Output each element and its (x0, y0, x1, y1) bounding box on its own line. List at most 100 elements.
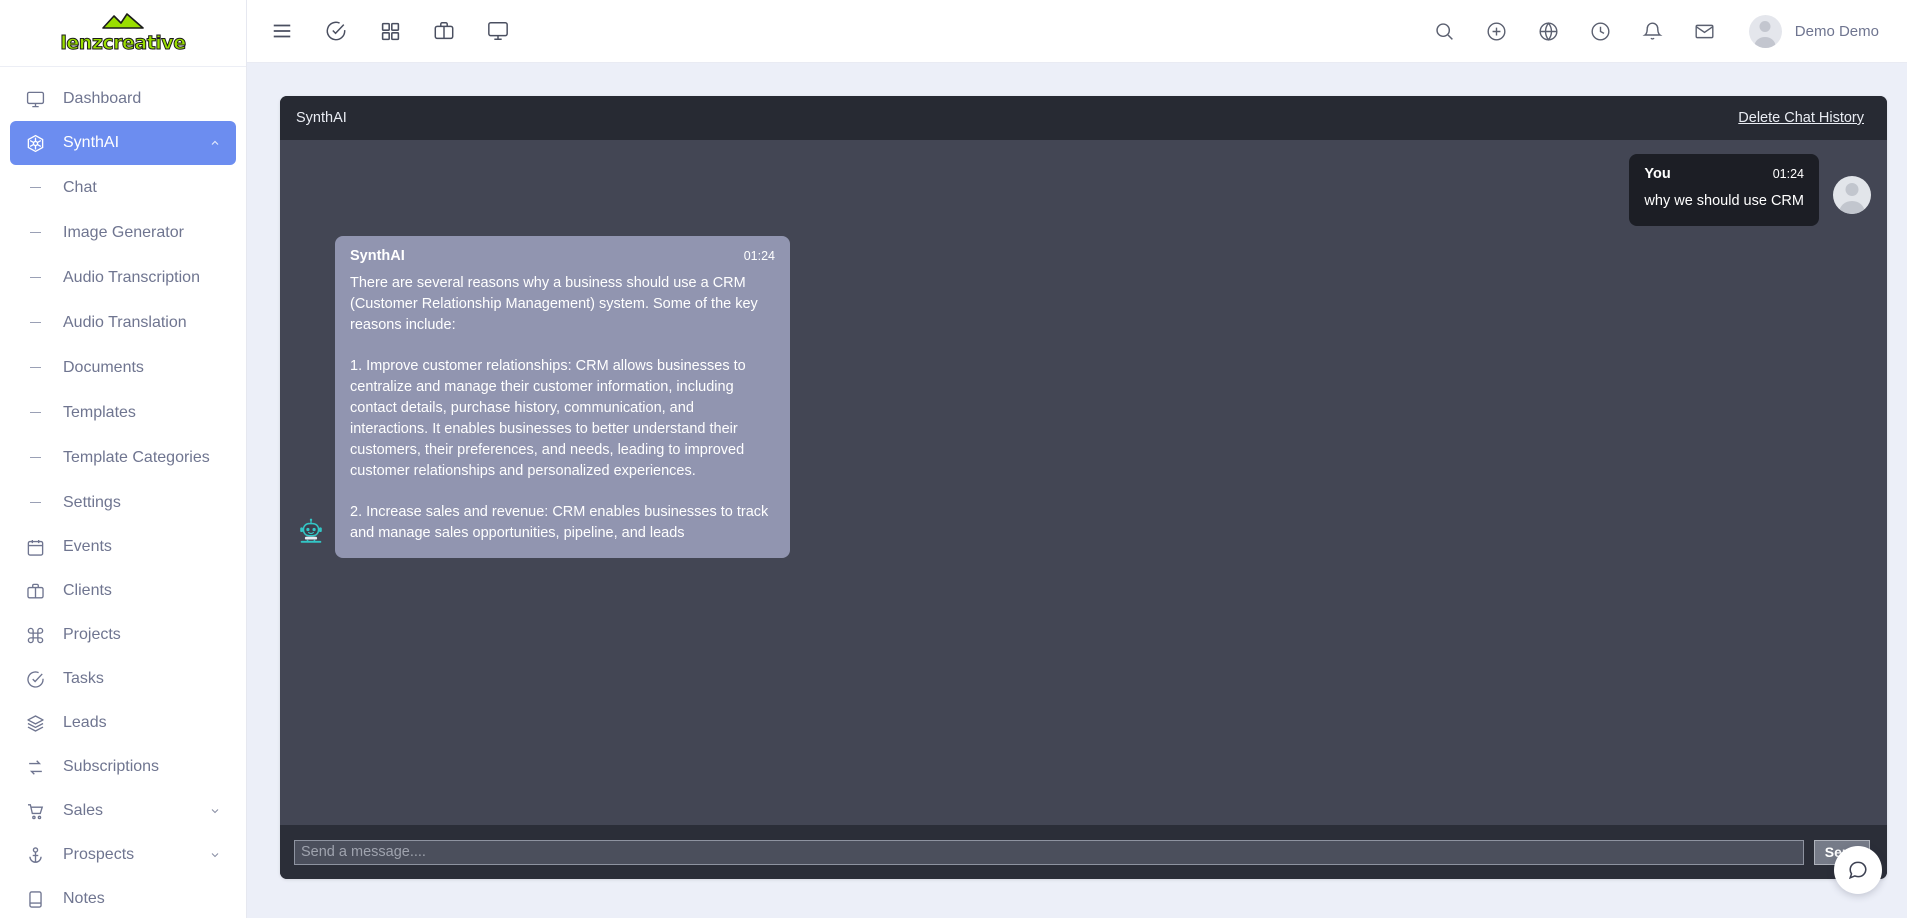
sidebar-item-label: Projects (63, 626, 121, 643)
sidebar-item-subscriptions[interactable]: Subscriptions (10, 745, 236, 789)
sidebar-item-tasks[interactable]: Tasks (10, 657, 236, 701)
sidebar-item-label: Prospects (63, 846, 135, 863)
chat-panel: SynthAI Delete Chat History You 01:24 wh… (280, 96, 1887, 879)
refresh-icon (24, 756, 46, 778)
sidebar-item-events[interactable]: Events (10, 525, 236, 569)
message-text: There are several reasons why a business… (350, 273, 775, 544)
sidebar-item-label: Clients (63, 582, 112, 599)
chat-messages: You 01:24 why we should use CRM SynthAI … (280, 140, 1887, 825)
robot-avatar-icon (296, 517, 326, 552)
sidebar-item-label: Documents (63, 358, 144, 376)
message-meta: You 01:24 (1644, 166, 1804, 182)
sidebar-item-label: Notes (63, 890, 105, 907)
sidebar-item-label: Image Generator (63, 223, 184, 241)
chevron-down-icon[interactable] (208, 805, 222, 817)
clock-icon[interactable] (1589, 19, 1613, 43)
monitor-icon (24, 88, 46, 110)
dash-icon (24, 456, 46, 459)
message-row-user: You 01:24 why we should use CRM (296, 154, 1871, 226)
search-icon[interactable] (1433, 19, 1457, 43)
sidebar-item-label: Audio Transcription (63, 268, 200, 286)
sidebar-item-audio-translation[interactable]: Audio Translation (10, 300, 236, 345)
brand-logo[interactable]: lenzcreative (0, 0, 246, 67)
sidebar-item-projects[interactable]: Projects (10, 613, 236, 657)
chat-composer: Send (280, 825, 1887, 879)
command-icon (24, 624, 46, 646)
message-input[interactable] (294, 839, 1804, 865)
dash-icon (24, 321, 46, 324)
sidebar-item-label: Events (63, 538, 112, 555)
dash-icon (24, 276, 46, 279)
hamburger-menu-icon[interactable] (269, 18, 295, 44)
grid-icon[interactable] (377, 18, 403, 44)
message-meta: SynthAI 01:24 (350, 248, 775, 264)
sidebar-item-label: Chat (63, 178, 97, 196)
book-icon (24, 888, 46, 910)
chat-bubble-icon[interactable] (1834, 846, 1882, 894)
avatar (1833, 176, 1871, 214)
user-name: Demo Demo (1794, 22, 1879, 40)
briefcase-icon[interactable] (431, 18, 457, 44)
message-row-bot: SynthAI 01:24 There are several reasons … (296, 236, 1871, 558)
globe-icon[interactable] (1537, 19, 1561, 43)
sidebar-item-label: Template Categories (63, 448, 210, 466)
sidebar-item-label: Audio Translation (63, 313, 187, 331)
content-area: SynthAI Delete Chat History You 01:24 wh… (247, 63, 1907, 918)
sidebar-item-label: SynthAI (63, 134, 120, 151)
message-text: why we should use CRM (1644, 193, 1804, 209)
sidebar-item-prospects[interactable]: Prospects (10, 833, 236, 877)
chevron-down-icon[interactable] (208, 849, 222, 861)
sidebar-item-chat[interactable]: Chat (10, 165, 236, 210)
top-navbar: Demo Demo (247, 0, 1907, 63)
dash-icon (24, 501, 46, 504)
user-menu[interactable]: Demo Demo (1748, 14, 1879, 48)
sidebar-item-notes[interactable]: Notes (10, 877, 236, 918)
sidebar-item-synthai[interactable]: SynthAI (10, 121, 236, 165)
monitor-icon[interactable] (485, 18, 511, 44)
sidebar-item-label: Dashboard (63, 90, 142, 107)
dash-icon (24, 411, 46, 414)
sidebar-item-settings[interactable]: Settings (10, 480, 236, 525)
sidebar-item-label: Leads (63, 714, 107, 731)
sidebar-item-sales[interactable]: Sales (10, 789, 236, 833)
sidebar-item-image-generator[interactable]: Image Generator (10, 210, 236, 255)
bot-message-bubble: SynthAI 01:24 There are several reasons … (335, 236, 790, 558)
sidebar-item-audio-transcription[interactable]: Audio Transcription (10, 255, 236, 300)
mail-icon[interactable] (1693, 19, 1717, 43)
sidebar-item-templates[interactable]: Templates (10, 390, 236, 435)
brand-name: lenzcreative (60, 32, 187, 54)
avatar (1748, 14, 1782, 48)
chat-title: SynthAI (296, 110, 347, 126)
topbar-left-icons (269, 18, 511, 44)
sidebar-item-leads[interactable]: Leads (10, 701, 236, 745)
mountain-icon (101, 13, 145, 33)
check-circle-icon[interactable] (323, 18, 349, 44)
sidebar-item-documents[interactable]: Documents (10, 345, 236, 390)
dash-icon (24, 186, 46, 189)
delete-chat-history-link[interactable]: Delete Chat History (1738, 110, 1864, 126)
anchor-icon (24, 844, 46, 866)
layers-icon (24, 712, 46, 734)
dash-icon (24, 231, 46, 234)
sidebar-item-label: Settings (63, 493, 121, 511)
message-paragraph: 1. Improve customer relationships: CRM a… (350, 358, 746, 479)
message-sender: SynthAI (350, 248, 405, 264)
sidebar-item-template-categories[interactable]: Template Categories (10, 435, 236, 480)
bell-icon[interactable] (1641, 19, 1665, 43)
sidebar-item-clients[interactable]: Clients (10, 569, 236, 613)
message-time: 01:24 (1772, 167, 1804, 181)
message-paragraph: 2. Increase sales and revenue: CRM enabl… (350, 504, 769, 541)
main-area: Demo Demo SynthAI Delete Chat History Yo… (247, 0, 1907, 918)
plus-circle-icon[interactable] (1485, 19, 1509, 43)
sidebar-nav: Dashboard SynthAI Chat Image Generator A… (0, 67, 246, 918)
user-message-bubble: You 01:24 why we should use CRM (1629, 154, 1819, 226)
cart-icon (24, 800, 46, 822)
sidebar-item-label: Templates (63, 403, 136, 421)
sidebar-item-dashboard[interactable]: Dashboard (10, 77, 236, 121)
sidebar-item-label: Subscriptions (63, 758, 160, 775)
sidebar-item-label: Sales (63, 802, 104, 819)
chevron-up-icon[interactable] (208, 137, 222, 149)
app-root: lenzcreative Dashboard SynthAI Chat Imag… (0, 0, 1907, 918)
calendar-icon (24, 536, 46, 558)
chat-panel-header: SynthAI Delete Chat History (280, 96, 1887, 140)
